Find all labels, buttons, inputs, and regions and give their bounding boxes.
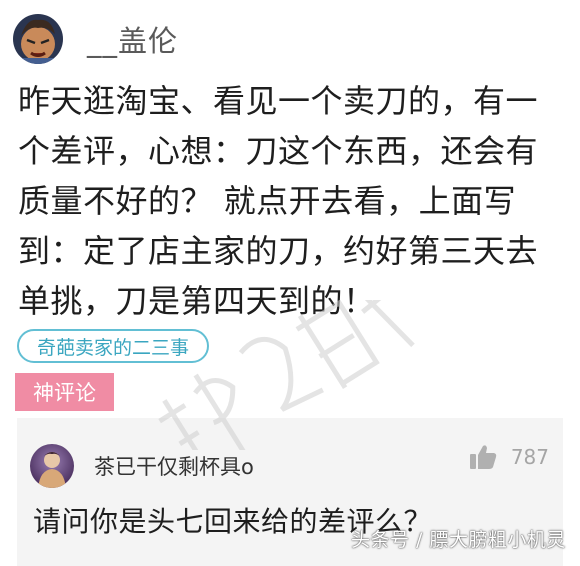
comment-username[interactable]: 茶已干仅剩杯具o xyxy=(94,451,254,481)
post-text: 昨天逛淘宝、看见一个卖刀的，有一个差评，心想：刀这个东西，还会有质量不好的？ 就… xyxy=(18,82,539,320)
like-count: 787 xyxy=(510,445,549,469)
avatar-image xyxy=(13,14,63,64)
topic-tag[interactable]: 奇葩卖家的二三事 xyxy=(17,329,210,363)
avatar[interactable] xyxy=(13,14,63,64)
like-button[interactable]: 787 xyxy=(469,444,549,470)
thumbs-up-icon xyxy=(469,445,497,469)
hot-comments-label: 神评论 xyxy=(15,373,114,411)
comment-avatar[interactable] xyxy=(30,444,74,488)
username[interactable]: __盖伦 xyxy=(87,18,178,60)
post-header: __盖伦 xyxy=(13,10,178,68)
source-watermark: 头条号 / 膘大膀粗小机灵 xyxy=(351,529,566,551)
comment-avatar-image xyxy=(30,444,74,488)
comment-header: 茶已干仅剩杯具o xyxy=(30,444,254,488)
